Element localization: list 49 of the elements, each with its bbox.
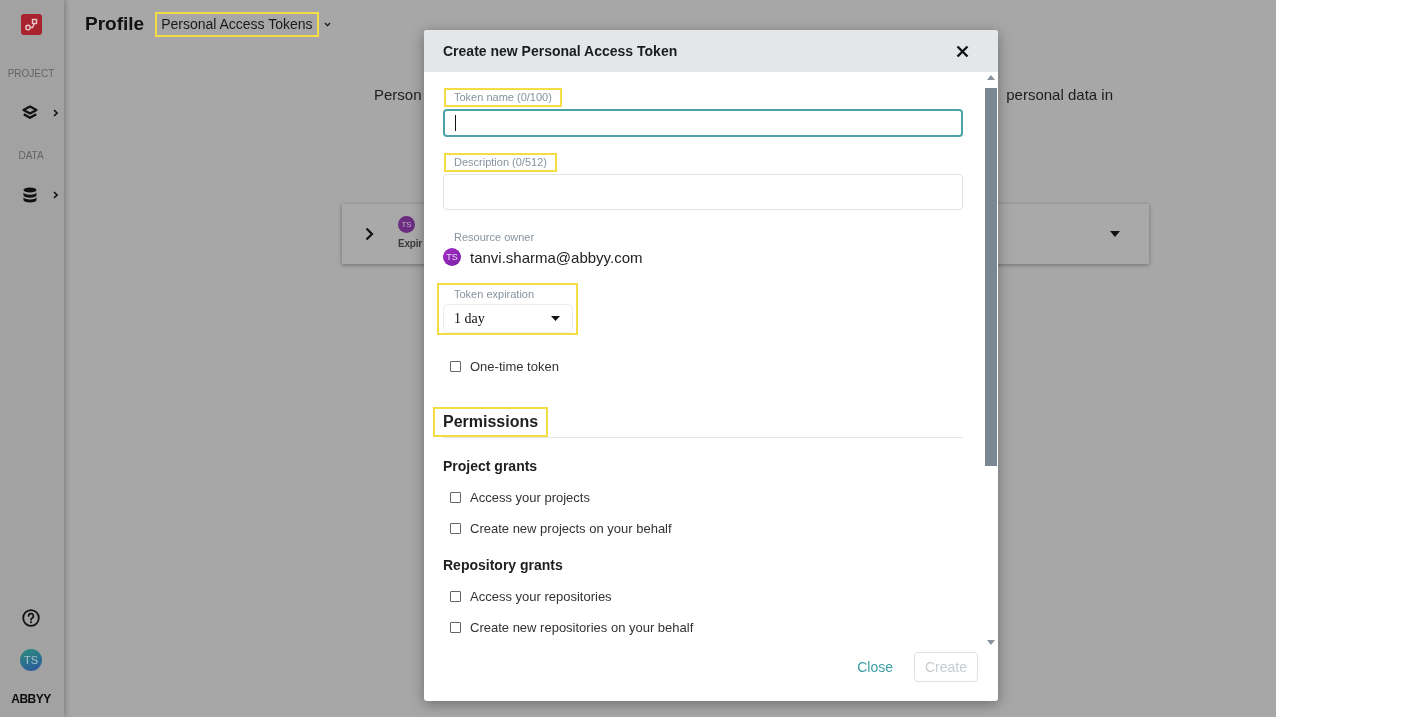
close-icon[interactable]: [956, 44, 969, 58]
group-heading: Project grants: [443, 457, 538, 475]
field-label: Token name (0/100): [444, 88, 562, 107]
scroll-down-icon[interactable]: [987, 640, 995, 645]
caret-down-icon: [551, 316, 560, 321]
layers-icon: [22, 105, 38, 121]
checkbox[interactable]: [450, 522, 461, 534]
owner-email: tanvi.sharma@abbyy.com: [470, 248, 643, 266]
chevron-down-icon[interactable]: [323, 21, 331, 27]
field-label: Description (0/512): [444, 153, 557, 172]
help-icon[interactable]: [22, 609, 40, 627]
checkbox-label[interactable]: Create new projects on your behalf: [470, 520, 672, 536]
sidebar-section-label: PROJECT: [7, 68, 55, 80]
checkbox[interactable]: [450, 491, 461, 503]
scrollbar-thumb[interactable]: [985, 88, 997, 466]
checkbox[interactable]: [450, 360, 461, 372]
user-avatar: TS: [443, 248, 461, 266]
database-icon: [22, 187, 38, 203]
intro-text: personal data in: [1006, 86, 1113, 104]
sidebar-nav-button[interactable]: [22, 187, 58, 203]
checkbox[interactable]: [450, 590, 461, 602]
text-cursor-icon: [455, 115, 456, 131]
app-logo-icon[interactable]: [20, 14, 42, 35]
checkbox[interactable]: [450, 621, 461, 633]
checkbox-label[interactable]: Access your repositories: [470, 588, 612, 604]
token-expiry: Expir: [398, 238, 422, 250]
sidebar-section-label: DATA: [18, 150, 44, 162]
user-avatar: TS: [398, 216, 415, 233]
field-label: Token expiration: [453, 287, 536, 302]
intro-text: Person: [374, 86, 422, 104]
section-heading: Permissions: [433, 407, 549, 437]
expiration-select[interactable]: 1 day: [443, 304, 573, 333]
chevron-right-icon: [53, 109, 58, 117]
dialog-title: Create new Personal Access Token: [443, 43, 678, 59]
page-title: Profile: [85, 13, 145, 35]
scroll-up-icon[interactable]: [987, 75, 995, 80]
page-dropdown[interactable]: Personal Access Tokens: [155, 11, 319, 37]
sidebar-nav-button[interactable]: [22, 105, 58, 121]
chevron-right-icon[interactable]: [365, 227, 374, 241]
checkbox-label[interactable]: Access your projects: [470, 489, 590, 505]
checkbox-label[interactable]: Create new repositories on your behalf: [470, 619, 694, 635]
caret-down-icon[interactable]: [1110, 231, 1120, 237]
input-field[interactable]: [443, 109, 963, 137]
checkbox-label[interactable]: One-time token: [470, 358, 559, 374]
brand-name: ABBYY: [11, 693, 51, 706]
field-label: Resource owner: [453, 230, 536, 245]
textarea-field[interactable]: [443, 174, 963, 210]
group-heading: Repository grants: [443, 556, 563, 574]
chevron-right-icon: [53, 191, 58, 199]
